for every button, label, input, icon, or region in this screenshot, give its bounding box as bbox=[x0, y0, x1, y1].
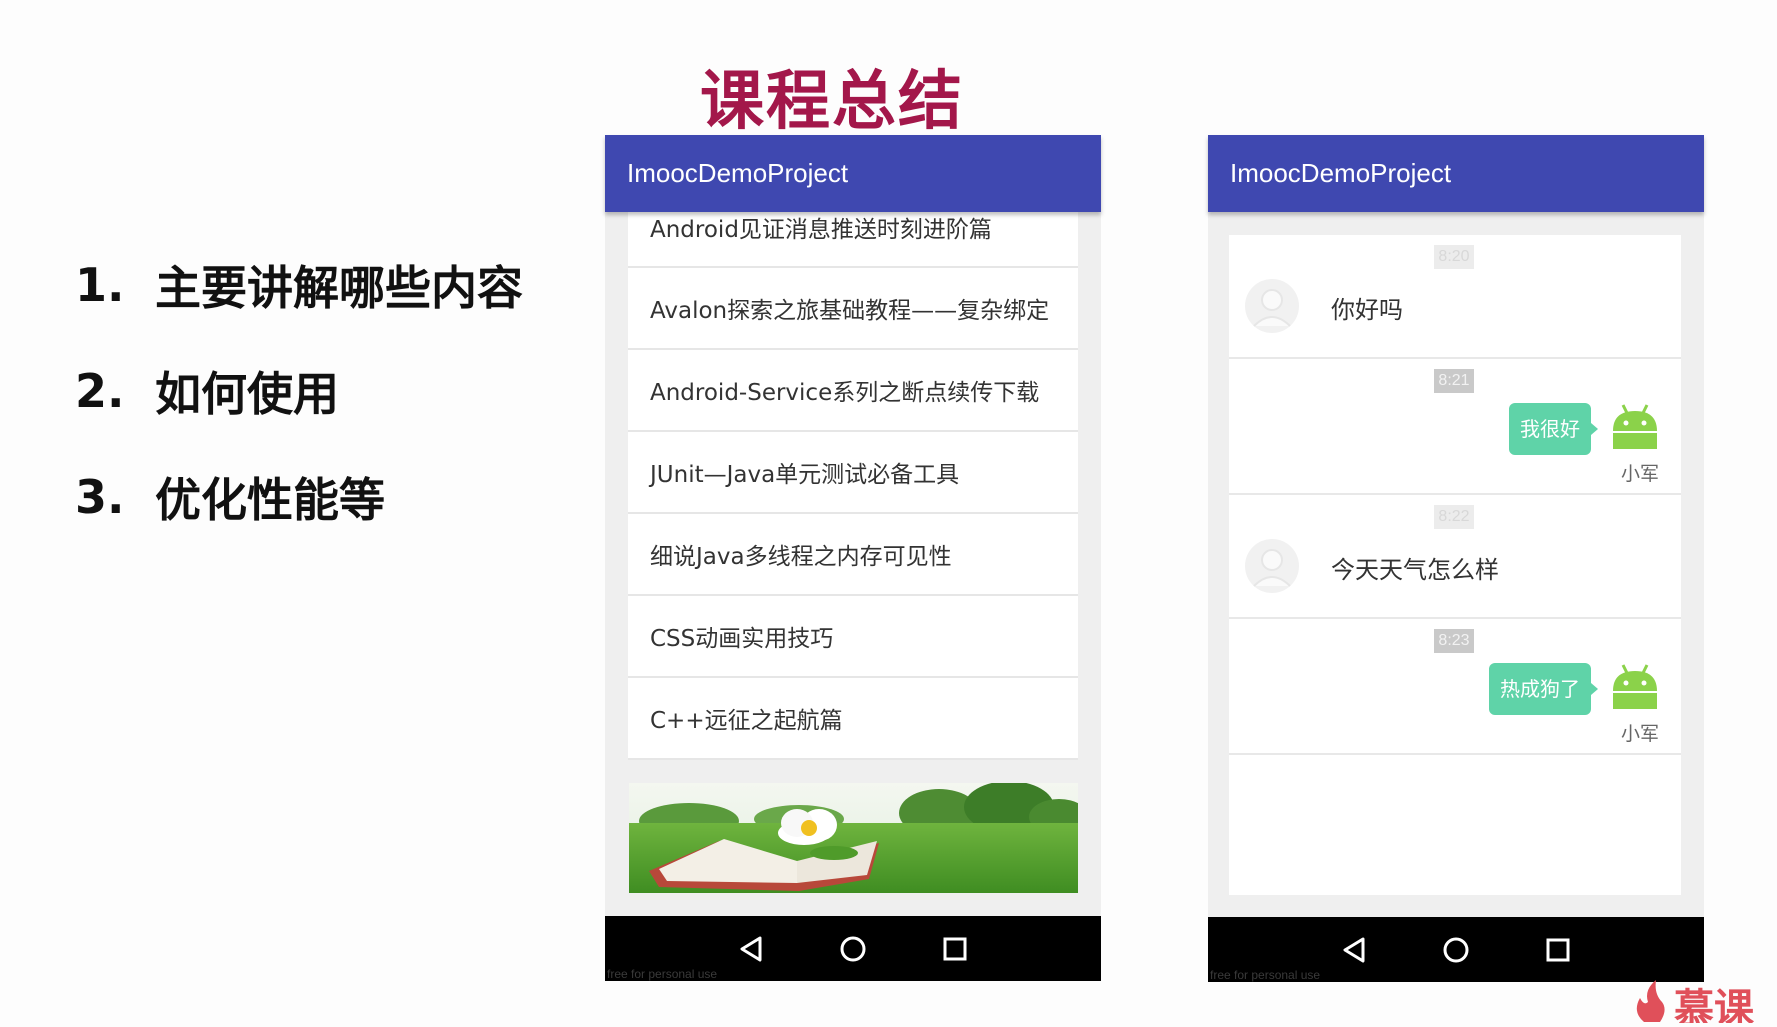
list-item[interactable]: C++远征之起航篇 bbox=[628, 678, 1078, 760]
list-item[interactable]: JUnit—Java单元测试必备工具 bbox=[628, 432, 1078, 514]
recents-square-icon bbox=[943, 937, 967, 960]
outline-number: 1. bbox=[75, 258, 125, 312]
outline-text: 优化性能等 bbox=[155, 473, 385, 527]
brand-text: 慕课 bbox=[1674, 986, 1755, 1023]
home-button[interactable] bbox=[833, 929, 873, 969]
default-avatar-icon bbox=[1245, 279, 1299, 333]
list-item[interactable]: Android见证消息推送时刻进阶篇 bbox=[628, 212, 1078, 268]
book-flower-illustration bbox=[629, 783, 1078, 893]
list-item[interactable]: 细说Java多线程之内存可见性 bbox=[628, 514, 1078, 596]
app-bar: ImoocDemoProject bbox=[605, 135, 1101, 212]
message-time: 8:23 bbox=[1434, 629, 1474, 653]
message-time: 8:21 bbox=[1434, 369, 1474, 393]
sender-name: 小军 bbox=[1620, 463, 1659, 485]
message-bubble[interactable]: 我很好 bbox=[1509, 403, 1598, 455]
list-item-label: CSS动画实用技巧 bbox=[650, 626, 834, 652]
watermark-text: free for personal use bbox=[607, 967, 718, 981]
chat-message-outgoing: 8:23 热成狗了 小军 bbox=[1229, 619, 1681, 755]
outline-number: 2. bbox=[75, 364, 125, 418]
phone-chat: ImoocDemoProject 8:20 你好吗 8:21 我很好 小军 8:… bbox=[1208, 135, 1704, 982]
list-item[interactable]: Android-Service系列之断点续传下载 bbox=[628, 350, 1078, 432]
back-button[interactable] bbox=[1334, 930, 1374, 970]
list-item-label: 细说Java多线程之内存可见性 bbox=[650, 544, 952, 570]
outline-item: 2. 如何使用 bbox=[75, 338, 523, 444]
outline-text: 如何使用 bbox=[155, 367, 339, 421]
back-button[interactable] bbox=[731, 929, 771, 969]
list-item-label: C++远征之起航篇 bbox=[650, 708, 843, 734]
slide-title: 课程总结 bbox=[700, 65, 964, 139]
app-title: ImoocDemoProject bbox=[627, 158, 849, 188]
outline-item: 1. 主要讲解哪些内容 bbox=[75, 232, 523, 338]
list-item-label: Android-Service系列之断点续传下载 bbox=[650, 380, 1040, 406]
phone-course-list: ImoocDemoProject Android见证消息推送时刻进阶篇 Aval… bbox=[605, 135, 1101, 981]
home-button[interactable] bbox=[1436, 930, 1476, 970]
list-item[interactable]: Avalon探索之旅基础教程——复杂绑定 bbox=[628, 268, 1078, 350]
message-bubble[interactable]: 热成狗了 bbox=[1489, 663, 1598, 715]
outline-number: 3. bbox=[75, 470, 125, 524]
message-time: 8:22 bbox=[1434, 505, 1474, 529]
message-time: 8:20 bbox=[1434, 245, 1474, 269]
sender-name: 小军 bbox=[1620, 723, 1659, 745]
message-text: 你好吗 bbox=[1331, 296, 1403, 324]
home-circle-icon bbox=[1443, 937, 1469, 962]
list-item[interactable]: CSS动画实用技巧 bbox=[628, 596, 1078, 678]
list-item-label: Avalon探索之旅基础教程——复杂绑定 bbox=[650, 298, 1050, 324]
recents-button[interactable] bbox=[935, 929, 975, 969]
flame-icon: 慕课 bbox=[1636, 980, 1755, 1027]
outline-list: 1. 主要讲解哪些内容 2. 如何使用 3. 优化性能等 bbox=[75, 232, 523, 550]
recents-square-icon bbox=[1546, 938, 1570, 961]
chat-message-outgoing: 8:21 我很好 小军 bbox=[1229, 359, 1681, 495]
app-title: ImoocDemoProject bbox=[1230, 158, 1452, 188]
list-item-label: JUnit—Java单元测试必备工具 bbox=[650, 462, 960, 488]
app-bar: ImoocDemoProject bbox=[1208, 135, 1704, 212]
chat-message-incoming: 8:20 你好吗 bbox=[1229, 235, 1681, 359]
brand-logo: 慕课 bbox=[1630, 978, 1777, 1027]
back-triangle-icon bbox=[740, 936, 762, 961]
android-robot-icon bbox=[1613, 404, 1657, 449]
android-robot-icon bbox=[1613, 664, 1657, 709]
message-text: 今天天气怎么样 bbox=[1331, 556, 1499, 584]
home-circle-icon bbox=[840, 936, 866, 961]
course-list[interactable]: Android见证消息推送时刻进阶篇 Avalon探索之旅基础教程——复杂绑定 … bbox=[628, 212, 1078, 870]
outline-text: 主要讲解哪些内容 bbox=[155, 261, 523, 315]
outline-item: 3. 优化性能等 bbox=[75, 444, 523, 550]
chat-list[interactable]: 8:20 你好吗 8:21 我很好 小军 8:22 今天天气怎么样 8:23 热… bbox=[1229, 235, 1681, 895]
recents-button[interactable] bbox=[1538, 930, 1578, 970]
default-avatar-icon bbox=[1245, 539, 1299, 593]
banner-image[interactable] bbox=[629, 783, 1078, 893]
watermark-text: free for personal use bbox=[1210, 968, 1321, 982]
back-triangle-icon bbox=[1343, 937, 1365, 962]
chat-message-incoming: 8:22 今天天气怎么样 bbox=[1229, 495, 1681, 619]
list-item-label: Android见证消息推送时刻进阶篇 bbox=[650, 217, 992, 243]
